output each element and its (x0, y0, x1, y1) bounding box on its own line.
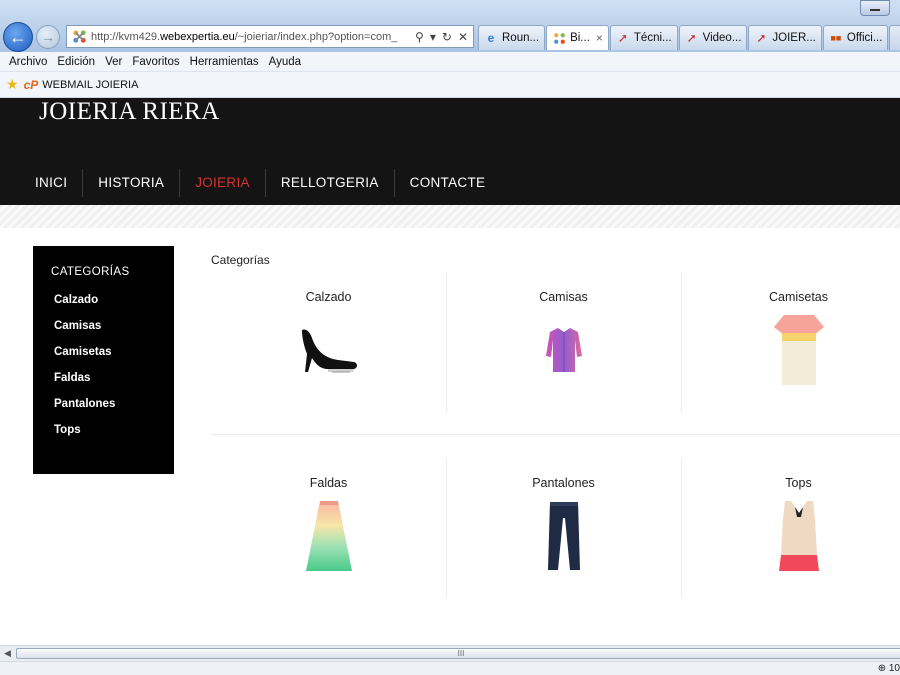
menu-archivo[interactable]: Archivo (4, 56, 52, 68)
category-card-camisetas[interactable]: Camisetas (681, 272, 900, 412)
site-favicon-icon: ➚ (686, 31, 697, 45)
high-heel-shoe-icon[interactable] (284, 314, 374, 386)
office-favicon-icon: ■■ (830, 33, 842, 43)
tab-strip: e Roun... Bi... × ➚ Técni... ➚ Video... … (478, 25, 900, 51)
tab-office[interactable]: ■■ Offici... (822, 25, 889, 50)
content-heading: Categorías (211, 253, 270, 267)
tab-bienvenidos[interactable]: Bi... × (546, 25, 609, 50)
main-navigation: INICI HISTORIA JOIERIA RELLOTGERIA CONTA… (20, 168, 500, 198)
scroll-grip: III (457, 649, 465, 658)
shirt-icon[interactable] (519, 314, 609, 386)
tshirt-icon[interactable] (754, 314, 844, 386)
search-icon[interactable]: ⚲ (415, 30, 424, 44)
menu-edicion[interactable]: Edición (52, 56, 100, 68)
minimize-button[interactable] (860, 0, 890, 16)
favorite-webmail-link[interactable]: WEBMAIL JOIERIA (42, 79, 138, 91)
category-card-tops[interactable]: Tops (681, 458, 900, 598)
menu-ver[interactable]: Ver (100, 56, 127, 68)
site-title[interactable]: JOIERIA RIERA (39, 98, 220, 126)
nav-historia[interactable]: HISTORIA (83, 169, 181, 197)
browser-toolbar: ← → http://kvm429.webexpertia.eu/~joieri… (0, 0, 900, 52)
top-icon[interactable] (754, 500, 844, 572)
site-favicon-icon: ➚ (756, 31, 767, 45)
tab-roundcube[interactable]: e Roun... (478, 25, 546, 50)
category-label[interactable]: Faldas (211, 476, 446, 490)
close-icon[interactable]: ✕ (458, 30, 468, 44)
category-card-pantalones[interactable]: Pantalones (446, 458, 681, 598)
tab-close-icon[interactable]: × (596, 31, 603, 45)
category-label[interactable]: Calzado (211, 290, 446, 304)
new-tab-button[interactable] (889, 25, 900, 50)
joomla-favicon-icon (71, 29, 87, 45)
ie-favicon-icon: e (487, 31, 495, 45)
tab-joieria[interactable]: ➚ JOIER... (748, 25, 822, 50)
joomla-favicon-icon (552, 31, 566, 45)
zoom-level[interactable]: ⊕ 10 (878, 663, 900, 674)
zoom-icon: ⊕ (877, 663, 887, 674)
header-divider (0, 205, 900, 228)
menu-favoritos[interactable]: Favoritos (127, 56, 184, 68)
tab-video[interactable]: ➚ Video... (678, 25, 748, 50)
refresh-icon[interactable]: ↻ (442, 30, 452, 44)
horizontal-scrollbar[interactable]: ◀ III (0, 645, 900, 661)
jeans-icon[interactable] (519, 500, 609, 572)
category-label[interactable]: Tops (681, 476, 900, 490)
site-header: JOIERIA RIERA INICI HISTORIA JOIERIA REL… (0, 98, 900, 205)
category-card-calzado[interactable]: Calzado (211, 272, 446, 412)
scrollbar-thumb[interactable]: III (16, 648, 900, 659)
forward-button[interactable]: → (36, 25, 60, 49)
category-label[interactable]: Camisas (446, 290, 681, 304)
nav-contacte[interactable]: CONTACTE (395, 169, 501, 197)
sidebar-item-tops[interactable]: Tops (51, 423, 174, 449)
categories-sidebar: CATEGORÍAS Calzado Camisas Camisetas Fal… (33, 246, 174, 474)
nav-joieria[interactable]: JOIERIA (180, 169, 266, 197)
scroll-left-icon[interactable]: ◀ (4, 648, 11, 659)
status-bar: ⊕ 10 (0, 661, 900, 675)
sidebar-item-camisetas[interactable]: Camisetas (51, 345, 174, 371)
sidebar-title: CATEGORÍAS (51, 266, 130, 278)
cpanel-icon: cP (23, 77, 39, 92)
sidebar-item-calzado[interactable]: Calzado (51, 293, 174, 319)
address-bar[interactable]: http://kvm429.webexpertia.eu/~joieriar/i… (66, 25, 474, 48)
nav-rellotgeria[interactable]: RELLOTGERIA (266, 169, 395, 197)
category-card-faldas[interactable]: Faldas (211, 458, 446, 598)
category-card-camisas[interactable]: Camisas (446, 272, 681, 412)
menu-ayuda[interactable]: Ayuda (264, 56, 306, 68)
sidebar-item-faldas[interactable]: Faldas (51, 371, 174, 397)
url-text: http://kvm429.webexpertia.eu/~joieriar/i… (91, 30, 398, 43)
sidebar-item-pantalones[interactable]: Pantalones (51, 397, 174, 423)
tab-tecnica[interactable]: ➚ Técni... (609, 25, 678, 50)
favorites-star-icon[interactable]: ★ (6, 76, 19, 93)
back-button[interactable]: ← (3, 22, 33, 52)
arrow-right-icon: → (41, 29, 55, 45)
skirt-icon[interactable] (284, 500, 374, 572)
menu-bar: Archivo Edición Ver Favoritos Herramient… (0, 52, 900, 72)
category-label[interactable]: Pantalones (446, 476, 681, 490)
category-label[interactable]: Camisetas (681, 290, 900, 304)
favorites-bar: ★ cP WEBMAIL JOIERIA (0, 72, 900, 98)
arrow-left-icon: ← (9, 26, 27, 47)
grid-divider (211, 434, 900, 435)
site-favicon-icon: ➚ (617, 31, 628, 45)
nav-inici[interactable]: INICI (20, 169, 84, 197)
chevron-down-icon[interactable]: ▾ (430, 30, 436, 44)
menu-herramientas[interactable]: Herramientas (185, 56, 264, 68)
sidebar-item-camisas[interactable]: Camisas (51, 319, 174, 345)
